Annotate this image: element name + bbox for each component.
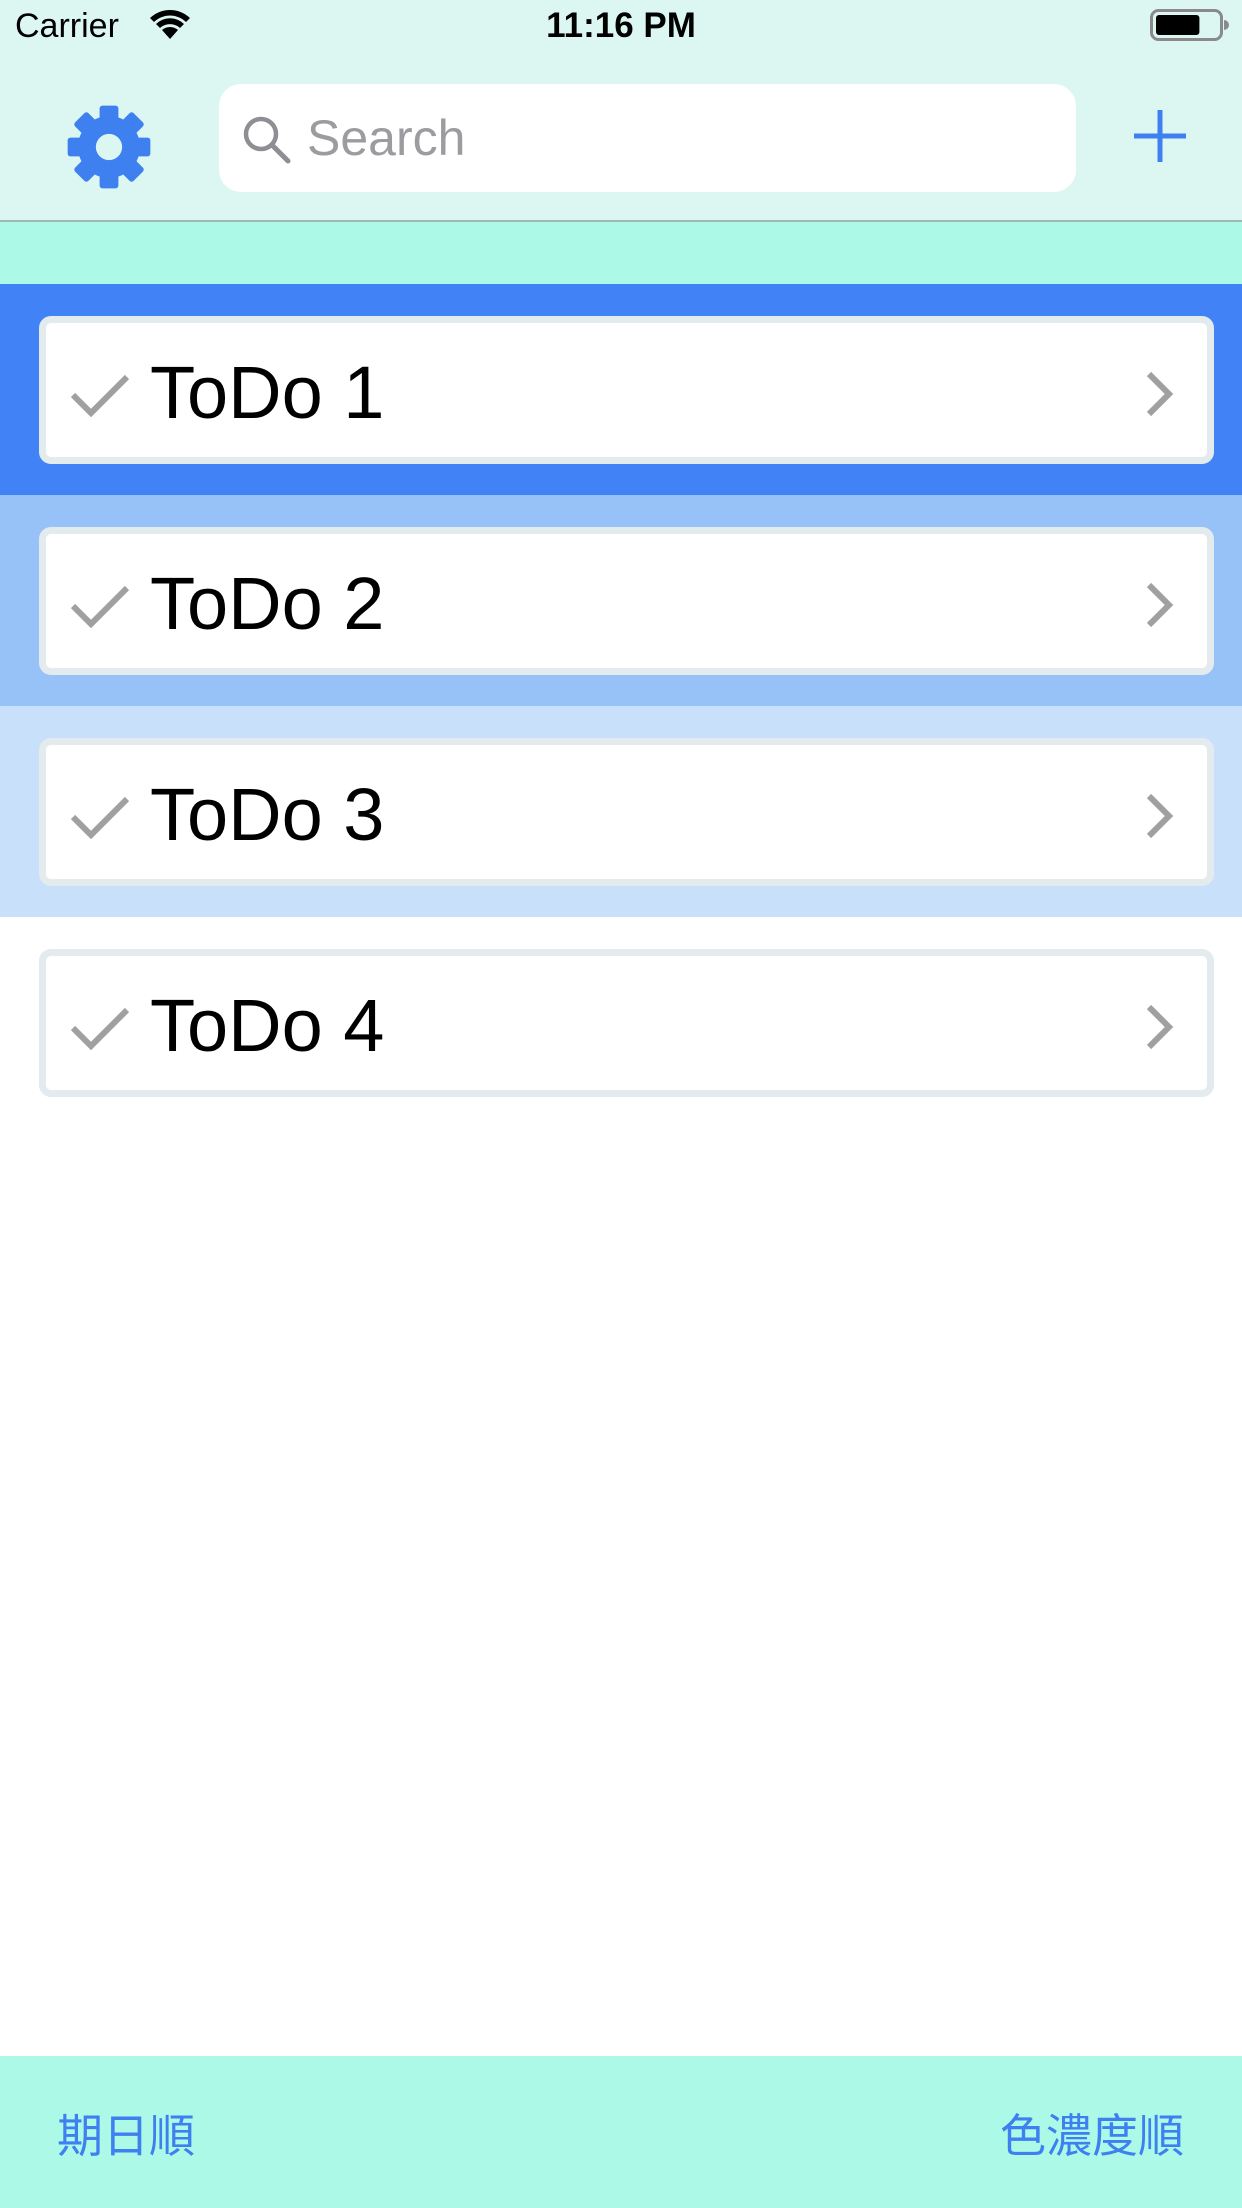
section-header	[0, 222, 1242, 284]
chevron-right-icon	[1146, 371, 1174, 417]
checkmark-icon[interactable]	[70, 793, 130, 839]
todo-row[interactable]: ToDo 2	[0, 495, 1242, 706]
sort-by-color-button[interactable]: 色濃度順	[1000, 2108, 1184, 2164]
todo-row[interactable]: ToDo 4	[0, 917, 1242, 1128]
chevron-right-icon	[1146, 1004, 1174, 1050]
checkmark-icon[interactable]	[70, 371, 130, 417]
sort-by-date-button[interactable]: 期日順	[57, 2108, 195, 2164]
checkmark-icon[interactable]	[70, 582, 130, 628]
navigation-bar	[0, 52, 1242, 222]
todo-title: ToDo 2	[150, 562, 385, 645]
todo-title: ToDo 1	[150, 351, 385, 434]
todo-card[interactable]: ToDo 2	[39, 527, 1214, 675]
todo-card[interactable]: ToDo 4	[39, 949, 1214, 1097]
todo-row[interactable]: ToDo 1	[0, 284, 1242, 495]
chevron-right-icon	[1146, 793, 1174, 839]
checkmark-icon[interactable]	[70, 1004, 130, 1050]
battery-icon	[1150, 9, 1229, 41]
search-bar[interactable]	[219, 84, 1076, 192]
plus-icon[interactable]	[1128, 104, 1192, 168]
search-icon	[243, 116, 291, 164]
todo-row[interactable]: ToDo 3	[0, 706, 1242, 917]
todo-card[interactable]: ToDo 1	[39, 316, 1214, 464]
gear-icon[interactable]	[62, 100, 156, 194]
search-input[interactable]	[307, 102, 1047, 174]
todo-title: ToDo 3	[150, 773, 385, 856]
todo-title: ToDo 4	[150, 984, 385, 1067]
bottom-toolbar: 期日順 色濃度順	[0, 2056, 1242, 2208]
todo-card[interactable]: ToDo 3	[39, 738, 1214, 886]
status-time: 11:16 PM	[546, 6, 696, 45]
chevron-right-icon	[1146, 582, 1174, 628]
status-bar: Carrier 11:16 PM	[0, 0, 1242, 52]
